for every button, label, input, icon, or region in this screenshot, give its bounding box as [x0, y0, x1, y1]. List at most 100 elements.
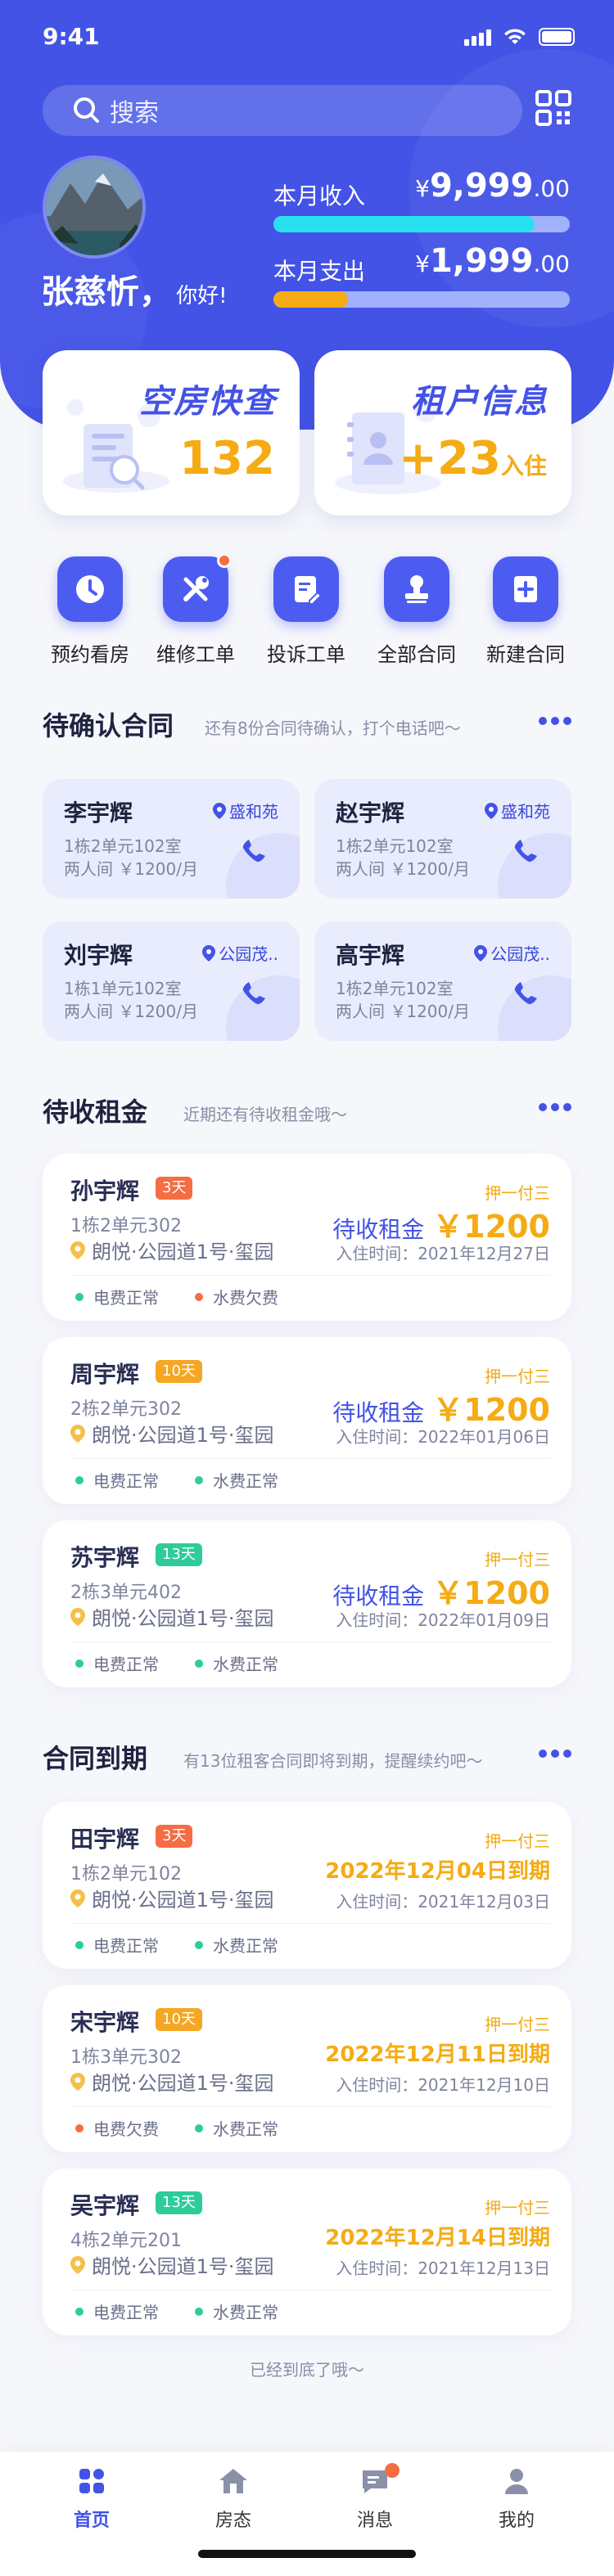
more-icon[interactable]: [539, 717, 571, 725]
phone-icon[interactable]: [237, 831, 273, 867]
more-icon[interactable]: [539, 1103, 571, 1111]
room-detail: 两人间 ￥1200/月: [64, 859, 198, 879]
action-appointment[interactable]: 预约看房: [33, 556, 147, 667]
payment-type: 押一付三: [485, 2015, 550, 2034]
action-all-contracts[interactable]: 全部合同: [359, 556, 474, 667]
rent-card[interactable]: 孙宇辉 3天 1栋2单元302 朗悦·公园道1号·玺园 押一付三 待收租金 ￥12…: [43, 1154, 571, 1321]
community-name: 盛和苑: [229, 802, 278, 822]
status-time: 9:41: [43, 23, 100, 50]
phone-icon[interactable]: [509, 831, 545, 867]
community-tag: 公园茂..: [474, 941, 550, 965]
expiring-card[interactable]: 田宇辉 3天 1栋2单元102 朗悦·公园道1号·玺园 押一付三 2022年12…: [43, 1802, 571, 1969]
end-of-list-text: 已经到底了哦～: [250, 2360, 364, 2380]
payment-type: 押一付三: [485, 1831, 550, 1851]
location-icon: [70, 2072, 85, 2091]
home-indicator: [198, 2550, 416, 2558]
expense-progress-fill: [273, 291, 348, 308]
section-title: 合同到期: [43, 1743, 148, 1774]
expense-label: 本月支出: [273, 258, 366, 285]
notification-dot: [217, 553, 232, 568]
income-label: 本月收入: [273, 182, 366, 209]
tenant-new-unit: 入住: [500, 453, 547, 480]
expense-value: 1,999: [429, 242, 534, 280]
clock-icon: [76, 575, 104, 603]
entry-date: 入住时间：2021年12月13日: [336, 2259, 550, 2278]
room-number: 1栋2单元102室: [64, 836, 182, 856]
electric-status: 电费正常: [75, 1933, 159, 1957]
wifi-icon: [504, 29, 526, 44]
contract-card[interactable]: 刘宇辉 公园茂.. 1栋1单元102室 两人间 ￥1200/月: [43, 921, 300, 1041]
entry-date: 入住时间：2022年01月09日: [336, 1610, 550, 1630]
income-currency: ¥: [415, 175, 430, 202]
contract-card[interactable]: 赵宇辉 盛和苑 1栋2单元102室 两人间 ￥1200/月: [314, 779, 571, 898]
payment-type: 押一付三: [485, 1550, 550, 1569]
community-tag: 盛和苑: [485, 799, 550, 822]
tenant-name: 周宇辉: [70, 1361, 140, 1388]
more-icon[interactable]: [539, 1750, 571, 1758]
section-subtitle: 还有8份合同待确认，打个电话吧～: [205, 718, 461, 738]
section-title: 待收租金: [43, 1097, 148, 1128]
tab-label: 首页: [73, 2511, 110, 2531]
edit-document-icon: [295, 576, 323, 605]
tenant-name: 苏宇辉: [70, 1544, 140, 1571]
tenant-info-title: 租户信息: [411, 383, 549, 421]
water-status: 水费正常: [195, 1933, 278, 1957]
tab-messages[interactable]: 消息: [326, 2463, 424, 2532]
contract-card[interactable]: 高宇辉 公园茂.. 1栋2单元102室 两人间 ￥1200/月: [314, 921, 571, 1041]
amount-label: 待收租金: [332, 1216, 425, 1243]
qr-code-icon[interactable]: [535, 90, 571, 126]
community-tag: 盛和苑: [213, 799, 278, 822]
signal-icon: [464, 29, 491, 46]
days-badge: 13天: [156, 1543, 202, 1566]
tenant-new-count: +23: [399, 432, 501, 485]
address: 朗悦·公园道1号·玺园: [70, 2067, 274, 2096]
vacant-room-card[interactable]: 空房快查 132: [43, 350, 300, 516]
community-name: 盛和苑: [501, 802, 550, 822]
tenant-info-card[interactable]: 租户信息 +23入住: [314, 350, 571, 516]
expiring-card[interactable]: 宋宇辉 10天 1栋3单元302 朗悦·公园道1号·玺园 押一付三 2022年1…: [43, 1985, 571, 2152]
rent-card[interactable]: 苏宇辉 13天 2栋3单元402 朗悦·公园道1号·玺园 押一付三 待收租金 ￥1…: [43, 1520, 571, 1687]
action-complaint-order[interactable]: 投诉工单: [249, 556, 363, 667]
address-text: 朗悦·公园道1号·玺园: [92, 2072, 274, 2095]
search-bar[interactable]: 搜索: [43, 85, 522, 136]
community-tag: 公园茂..: [202, 941, 278, 965]
water-status: 水费正常: [195, 1468, 278, 1492]
avatar[interactable]: [43, 155, 146, 259]
tab-label: 我的: [498, 2511, 535, 2531]
tenant-name: 孙宇辉: [70, 1178, 140, 1205]
room-number: 1栋2单元102室: [336, 979, 454, 998]
location-icon: [202, 944, 216, 961]
contract-card[interactable]: 李宇辉 盛和苑 1栋2单元102室 两人间 ￥1200/月: [43, 779, 300, 898]
expense-decimals: .00: [533, 250, 570, 277]
entry-date: 入住时间：2021年12月03日: [336, 1892, 550, 1912]
tab-profile[interactable]: 我的: [467, 2463, 566, 2532]
action-label: 新建合同: [486, 643, 565, 666]
phone-icon[interactable]: [237, 974, 273, 1010]
tenant-name: 刘宇辉: [64, 942, 133, 969]
water-status: 水费正常: [195, 1651, 278, 1675]
grid-home-icon: [79, 2469, 104, 2493]
rent-amount: ￥1200: [432, 1392, 550, 1428]
payment-type: 押一付三: [485, 1367, 550, 1386]
water-status: 水费欠费: [195, 1285, 278, 1308]
days-badge: 10天: [156, 2008, 202, 2031]
greeting-text: 你好!: [176, 284, 228, 308]
due-date: 2022年12月04日到期: [325, 1859, 550, 1884]
action-new-contract[interactable]: 新建合同: [468, 556, 583, 667]
tab-room-status[interactable]: 房态: [184, 2463, 282, 2532]
expense-currency: ¥: [415, 250, 430, 277]
expiring-card[interactable]: 吴宇辉 13天 4栋2单元201 朗悦·公园道1号·玺园 押一付三 2022年1…: [43, 2168, 571, 2335]
section-subtitle: 有13位租客合同即将到期，提醒续约吧～: [183, 1751, 483, 1771]
room-number: 1栋1单元102室: [64, 979, 182, 998]
location-icon: [70, 1889, 85, 1907]
add-document-icon: [514, 576, 537, 602]
rent-card[interactable]: 周宇辉 10天 2栋2单元302 朗悦·公园道1号·玺园 押一付三 待收租金 ￥1…: [43, 1337, 571, 1504]
room-number: 1栋2单元102: [70, 1864, 182, 1885]
vacant-room-count: 132: [179, 432, 275, 485]
rent-amount: ￥1200: [432, 1575, 550, 1611]
search-icon: [74, 97, 99, 123]
tab-home[interactable]: 首页: [43, 2463, 141, 2532]
action-repair-order[interactable]: 维修工单: [138, 553, 253, 667]
electric-status: 电费正常: [75, 2299, 159, 2323]
phone-icon[interactable]: [509, 974, 545, 1010]
